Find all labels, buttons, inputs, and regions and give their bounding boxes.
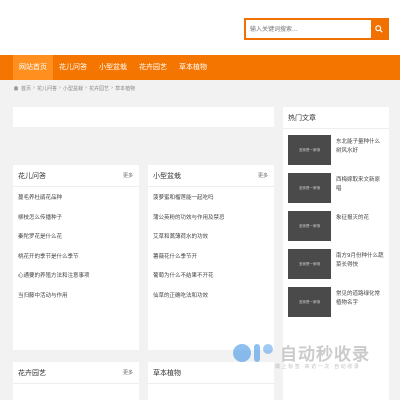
banner-panel bbox=[13, 107, 274, 127]
panel-header: 花儿问答 更多 bbox=[13, 165, 139, 187]
article-thumbnail[interactable]: 宜家是一家哦 bbox=[288, 135, 331, 165]
nav-item-qa[interactable]: 花儿问答 bbox=[53, 55, 93, 80]
main-nav: 网站首页 花儿问答 小型盆栽 花卉园艺 草本植物 bbox=[0, 55, 400, 80]
sidebar-title: 热门文章 bbox=[283, 107, 389, 129]
article-thumbnail[interactable]: 宜家是一家哦 bbox=[288, 287, 331, 317]
article-thumbnail[interactable]: 宜家是一家哦 bbox=[288, 211, 331, 241]
nav-item-gardening[interactable]: 花卉园艺 bbox=[133, 55, 173, 80]
qa-panel: 花儿问答 更多 蔓毛养杜鹃花品种 柳枝怎么传播种子 秦陀罗花是什么花 桃花开的季… bbox=[13, 165, 139, 350]
herbs-panel: 草本植物 bbox=[148, 362, 274, 400]
search-button[interactable] bbox=[371, 20, 387, 38]
panel-title: 花卉园艺 bbox=[18, 368, 46, 377]
sidebar-article[interactable]: 宜家是一家哦 象征报灭的花 bbox=[288, 211, 385, 241]
article-thumbnail[interactable]: 宜家是一家哦 bbox=[288, 173, 331, 203]
article-title[interactable]: 常见的道路绿化常植物名字 bbox=[336, 287, 385, 317]
sidebar-article[interactable]: 宜家是一家哦 东北能子量种什么树风水好 bbox=[288, 135, 385, 165]
article-list: 蔓毛养杜鹃花品种 柳枝怎么传播种子 秦陀罗花是什么花 桃花开的季节是什么季节 心… bbox=[13, 189, 139, 306]
search-box bbox=[244, 18, 389, 40]
article-title[interactable]: 象征报灭的花 bbox=[336, 211, 369, 241]
panel-header: 花卉园艺 更多 bbox=[13, 362, 139, 384]
breadcrumb-home[interactable]: 首页 bbox=[21, 85, 31, 92]
list-item[interactable]: 葡萄为什么不结果不开花 bbox=[148, 267, 274, 287]
list-item[interactable]: 仙草的正确吃法和功效 bbox=[148, 287, 274, 307]
breadcrumb-qa[interactable]: 花儿问答 bbox=[37, 85, 57, 92]
article-title[interactable]: 南方9月份种什么蔬菜长得快 bbox=[336, 249, 385, 279]
breadcrumb-gardening[interactable]: 花卉园艺 bbox=[89, 85, 109, 92]
list-item[interactable]: 薯薇花什么季节开 bbox=[148, 248, 274, 268]
list-item[interactable]: 秦陀罗花是什么花 bbox=[13, 228, 139, 248]
list-item[interactable]: 当归藤中活动与作用 bbox=[13, 287, 139, 307]
sidebar-article[interactable]: 宜家是一家哦 西梅嫁取来文新原唱 bbox=[288, 173, 385, 203]
more-link[interactable]: 更多 bbox=[123, 172, 133, 179]
list-item[interactable]: 菠萝蜜和榴莲能一起吃吗 bbox=[148, 189, 274, 209]
breadcrumb-separator: › bbox=[85, 85, 88, 91]
site-header bbox=[0, 0, 400, 55]
breadcrumb-bonsai[interactable]: 小型盆栽 bbox=[63, 85, 83, 92]
bonsai-panel: 小型盆栽 更多 菠萝蜜和榴莲能一起吃吗 蒲公英粉的功效与作用及禁忌 艾草和蒿薄荷… bbox=[148, 165, 274, 350]
list-item[interactable]: 桃花开的季节是什么季节 bbox=[13, 248, 139, 268]
panel-title: 花儿问答 bbox=[18, 171, 46, 180]
nav-item-home[interactable]: 网站首页 bbox=[13, 55, 53, 80]
panel-header: 草本植物 bbox=[148, 362, 274, 384]
list-item[interactable]: 艾草和蒿薄荷水的功效 bbox=[148, 228, 274, 248]
list-item[interactable]: 心通要的养殖方法和注意事项 bbox=[13, 267, 139, 287]
article-title[interactable]: 东北能子量种什么树风水好 bbox=[336, 135, 385, 165]
breadcrumb-herbs[interactable]: 草本植物 bbox=[115, 85, 135, 92]
home-icon bbox=[13, 85, 19, 91]
list-item[interactable]: 蒲公英粉的功效与作用及禁忌 bbox=[148, 209, 274, 229]
nav-item-herbs[interactable]: 草本植物 bbox=[173, 55, 213, 80]
breadcrumb-separator: › bbox=[111, 85, 114, 91]
sidebar-article[interactable]: 宜家是一家哦 南方9月份种什么蔬菜长得快 bbox=[288, 249, 385, 279]
search-icon bbox=[375, 25, 383, 33]
article-thumbnail[interactable]: 宜家是一家哦 bbox=[288, 249, 331, 279]
more-link[interactable]: 更多 bbox=[258, 172, 268, 179]
breadcrumb-separator: › bbox=[33, 85, 36, 91]
nav-item-bonsai[interactable]: 小型盆栽 bbox=[93, 55, 133, 80]
article-title[interactable]: 西梅嫁取来文新原唱 bbox=[336, 173, 385, 203]
search-input[interactable] bbox=[246, 20, 371, 38]
list-item[interactable]: 蔓毛养杜鹃花品种 bbox=[13, 189, 139, 209]
more-link[interactable]: 更多 bbox=[123, 369, 133, 376]
breadcrumb: 首页 › 花儿问答 › 小型盆栽 › 花卉园艺 › 草本植物 bbox=[13, 83, 135, 93]
article-list: 菠萝蜜和榴莲能一起吃吗 蒲公英粉的功效与作用及禁忌 艾草和蒿薄荷水的功效 薯薇花… bbox=[148, 189, 274, 306]
panel-header: 小型盆栽 更多 bbox=[148, 165, 274, 187]
breadcrumb-separator: › bbox=[59, 85, 62, 91]
panel-title: 草本植物 bbox=[153, 368, 181, 377]
hot-articles-sidebar: 热门文章 宜家是一家哦 东北能子量种什么树风水好 宜家是一家哦 西梅嫁取来文新原… bbox=[283, 107, 389, 400]
sidebar-article[interactable]: 宜家是一家哦 常见的道路绿化常植物名字 bbox=[288, 287, 385, 317]
list-item[interactable]: 柳枝怎么传播种子 bbox=[13, 209, 139, 229]
gardening-panel: 花卉园艺 更多 bbox=[13, 362, 139, 400]
panel-title: 小型盆栽 bbox=[153, 171, 181, 180]
